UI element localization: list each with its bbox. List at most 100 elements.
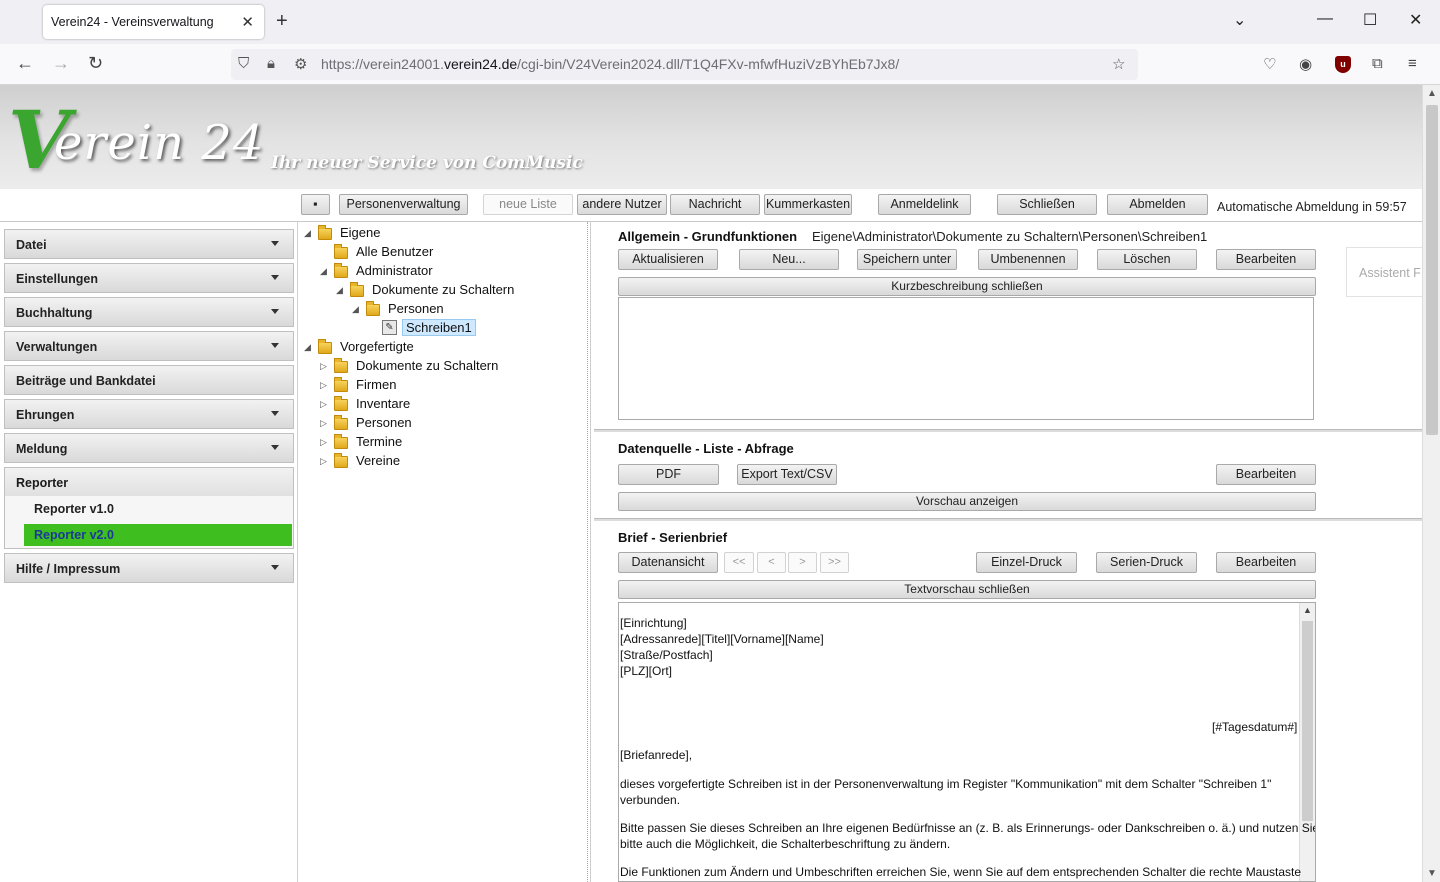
bearbeiten-datenquelle-button[interactable]: Bearbeiten (1216, 464, 1316, 485)
extensions-icon[interactable]: ⧉ (1372, 55, 1383, 72)
section-divider (594, 429, 1422, 432)
loeschen-button[interactable]: Löschen (1097, 249, 1197, 270)
tree-label: Vorgefertigte (340, 339, 414, 354)
abmelden-button[interactable]: Abmelden (1107, 194, 1208, 215)
menu-verwaltungen[interactable]: Verwaltungen (4, 331, 294, 361)
sidebar-toggle-button[interactable]: ▪ (301, 194, 330, 215)
tree-label: Alle Benutzer (356, 244, 434, 259)
pocket-icon[interactable]: ♡ (1263, 55, 1276, 73)
menu-icon[interactable]: ≡ (1408, 55, 1417, 72)
scroll-thumb[interactable] (1426, 105, 1438, 435)
permissions-icon[interactable]: ⚙ (294, 55, 307, 73)
account-icon[interactable]: ◉ (1299, 55, 1312, 73)
kummerkasten-button[interactable]: Kummerkasten (764, 194, 852, 215)
speichern-unter-button[interactable]: Speichern unter (857, 249, 957, 270)
expanded-arrow-icon[interactable]: ◢ (304, 342, 314, 353)
aktualisieren-button[interactable]: Aktualisieren (618, 249, 718, 270)
expanded-arrow-icon[interactable]: ◢ (320, 266, 330, 277)
menu-reporter-v1[interactable]: Reporter v1.0 (24, 498, 292, 520)
menu-einstellungen[interactable]: Einstellungen (4, 263, 294, 293)
minimize-icon[interactable]: — (1317, 10, 1333, 28)
menu-meldung[interactable]: Meldung (4, 433, 294, 463)
maximize-icon[interactable]: ☐ (1363, 10, 1377, 30)
menu-hilfe[interactable]: Hilfe / Impressum (4, 553, 294, 583)
reload-icon[interactable]: ↻ (88, 53, 103, 74)
scroll-down-icon[interactable]: ▼ (1427, 868, 1437, 879)
pane-splitter[interactable] (587, 222, 588, 882)
menu-ehrungen[interactable]: Ehrungen (4, 399, 294, 429)
scroll-up-icon[interactable]: ▲ (1303, 605, 1312, 615)
pdf-button[interactable]: PDF (618, 464, 719, 485)
menu-beitraege[interactable]: Beiträge und Bankdatei (4, 365, 294, 395)
scroll-up-icon[interactable]: ▲ (1427, 88, 1437, 99)
lock-icon[interactable]: 🔒︎ (267, 55, 275, 72)
textvorschau-toggle-button[interactable]: Textvorschau schließen (618, 580, 1316, 599)
collapsed-arrow-icon[interactable]: ▷ (320, 380, 330, 391)
neu-button[interactable]: Neu... (739, 249, 839, 270)
serien-druck-button[interactable]: Serien-Druck (1096, 552, 1197, 573)
kurzbeschreibung-toggle-button[interactable]: Kurzbeschreibung schließen (618, 277, 1316, 296)
menu-datei[interactable]: Datei (4, 229, 294, 259)
tab-list-chevron-icon[interactable]: ⌄ (1233, 10, 1246, 30)
last-record-button[interactable]: >> (820, 552, 849, 573)
bookmark-star-icon[interactable]: ☆ (1112, 55, 1125, 73)
kurzbeschreibung-textarea[interactable] (618, 297, 1314, 420)
tree-label: Personen (388, 301, 444, 316)
tree-label: Administrator (356, 263, 433, 278)
schliessen-button[interactable]: Schließen (997, 194, 1097, 215)
collapsed-arrow-icon[interactable]: ▷ (320, 456, 330, 467)
shield-icon[interactable]: ⛉ (238, 55, 249, 72)
window-close-icon[interactable]: ✕ (1409, 10, 1422, 30)
ublock-icon[interactable]: u (1335, 56, 1351, 73)
export-csv-button[interactable]: Export Text/CSV (737, 464, 837, 485)
letter-salutation: [Briefanrede], (620, 748, 693, 762)
expanded-arrow-icon[interactable]: ◢ (336, 285, 346, 296)
tree-label: Firmen (356, 377, 397, 392)
collapsed-arrow-icon[interactable]: ▷ (320, 418, 330, 429)
expanded-arrow-icon[interactable]: ◢ (304, 228, 314, 239)
url-bar[interactable]: ⛉ 🔒︎ ⚙ https://verein24001.verein24.de/c… (231, 49, 1138, 80)
folder-icon (334, 453, 348, 468)
tab-close-icon[interactable]: ✕ (241, 13, 254, 31)
menu-buchhaltung[interactable]: Buchhaltung (4, 297, 294, 327)
menu-label: Verwaltungen (16, 340, 98, 354)
collapsed-arrow-icon[interactable]: ▷ (320, 361, 330, 372)
detail-pane: Allgemein - Grundfunktionen Eigene\Admin… (594, 222, 1436, 882)
bearbeiten-brief-button[interactable]: Bearbeiten (1216, 552, 1316, 573)
folder-icon (366, 301, 380, 316)
menu-label: Beiträge und Bankdatei (16, 374, 156, 388)
first-record-button[interactable]: << (724, 552, 754, 573)
browser-tab[interactable]: Verein24 - Vereinsverwaltung ✕ (43, 5, 264, 39)
collapsed-arrow-icon[interactable]: ▷ (320, 399, 330, 410)
personenverwaltung-button[interactable]: Personenverwaltung (339, 194, 468, 215)
menu-reporter-v2[interactable]: Reporter v2.0 (24, 524, 292, 546)
letter-line: bitte auch die Möglichkeit, die Schalter… (620, 837, 951, 851)
next-record-button[interactable]: > (788, 552, 817, 573)
forward-icon[interactable]: → (52, 53, 70, 74)
letter-line: [Einrichtung] (620, 616, 687, 630)
letter-scrollbar[interactable]: ▲ (1299, 603, 1315, 881)
folder-icon (318, 225, 332, 240)
scroll-thumb[interactable] (1302, 621, 1313, 821)
menu-reporter[interactable]: Reporter (5, 468, 293, 496)
einzel-druck-button[interactable]: Einzel-Druck (976, 552, 1077, 573)
nachricht-button[interactable]: Nachricht (670, 194, 760, 215)
chevron-down-icon (271, 565, 279, 570)
url-text[interactable]: https://verein24001.verein24.de/cgi-bin/… (321, 56, 899, 72)
page-scrollbar[interactable]: ▲ ▼ (1422, 85, 1440, 882)
collapsed-arrow-icon[interactable]: ▷ (320, 437, 330, 448)
anmeldelink-button[interactable]: Anmeldelink (878, 194, 971, 215)
vorschau-anzeigen-button[interactable]: Vorschau anzeigen (618, 492, 1316, 511)
letter-preview[interactable]: ▲ [Einrichtung] [Adressanrede][Titel][Vo… (618, 602, 1316, 882)
prev-record-button[interactable]: < (757, 552, 786, 573)
umbenennen-button[interactable]: Umbenennen (978, 249, 1078, 270)
folder-icon (334, 377, 348, 392)
section-title-allgemein: Allgemein - Grundfunktionen (618, 229, 798, 244)
back-icon[interactable]: ← (16, 53, 34, 74)
new-tab-icon[interactable]: + (276, 10, 288, 33)
bearbeiten-allgemein-button[interactable]: Bearbeiten (1216, 249, 1316, 270)
andere-nutzer-button[interactable]: andere Nutzer (577, 194, 667, 215)
expanded-arrow-icon[interactable]: ◢ (352, 304, 362, 315)
neue-liste-button[interactable]: neue Liste (483, 194, 573, 215)
datenansicht-button[interactable]: Datenansicht (618, 552, 718, 573)
